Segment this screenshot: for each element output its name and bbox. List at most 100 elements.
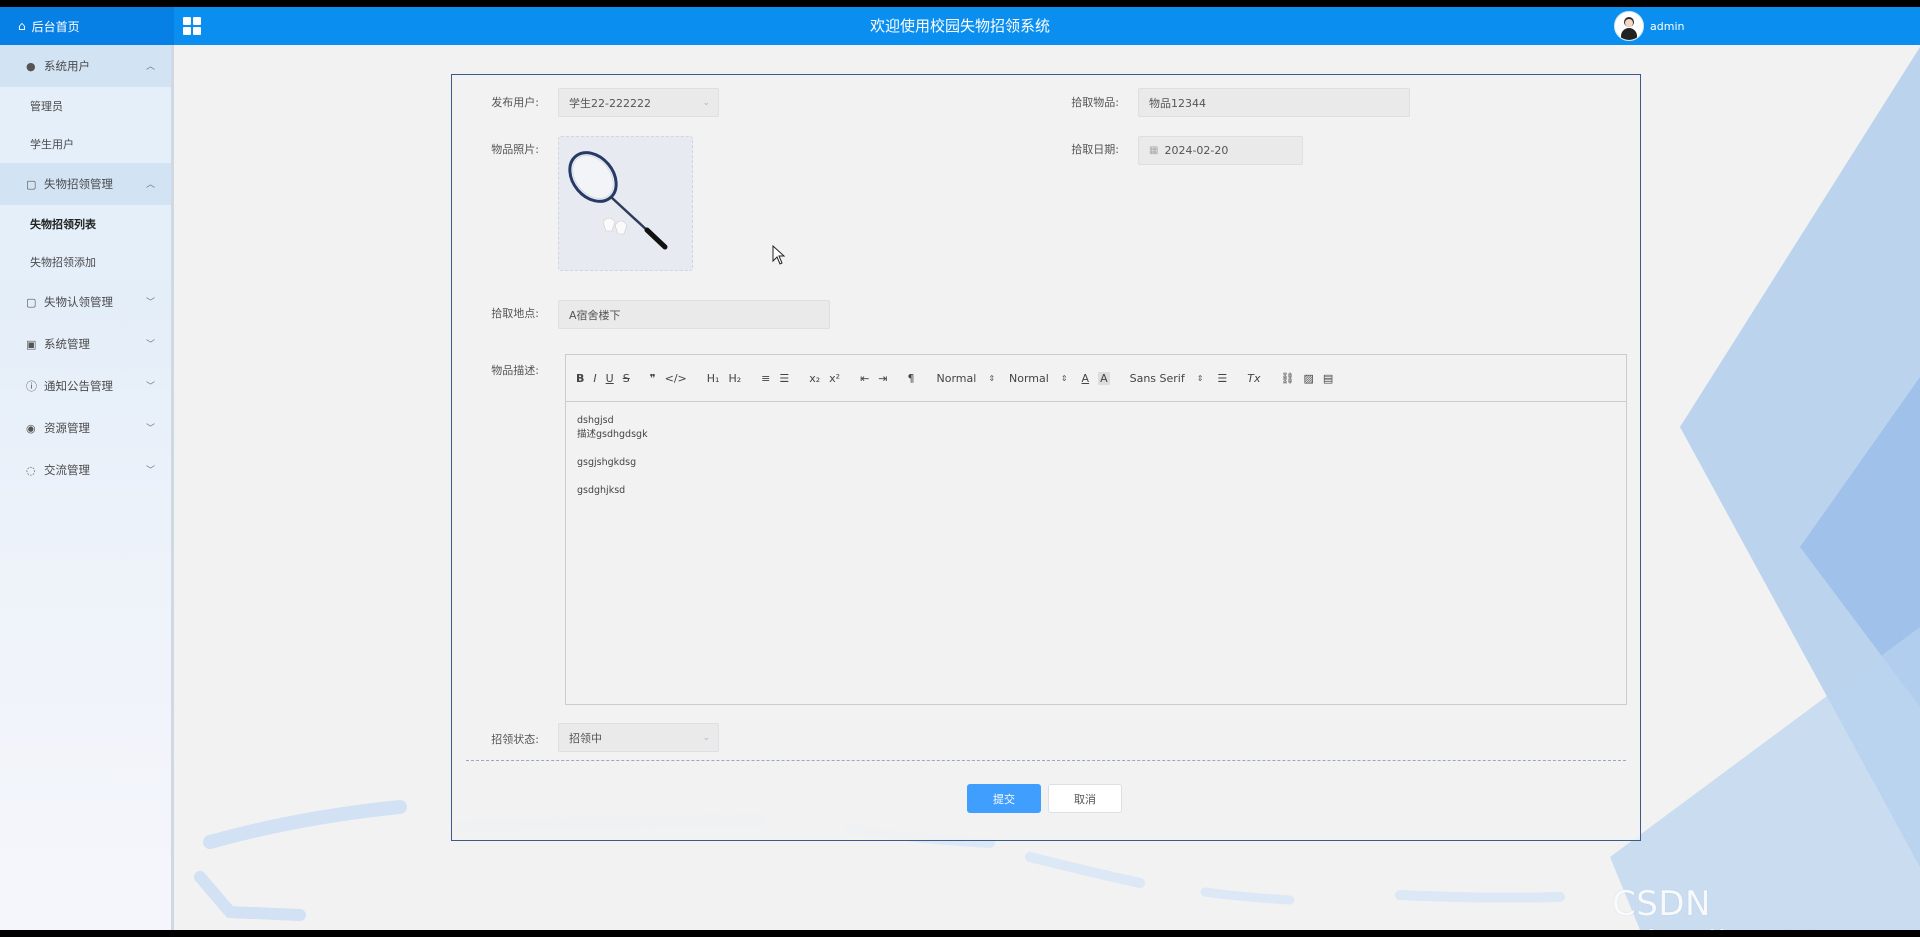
submenu-lost-found: 失物招领列表 失物招领添加 (0, 205, 171, 281)
badminton-racket-image (559, 137, 692, 270)
location-value: A宿舍楼下 (569, 308, 621, 322)
updown-icon: ⇕ (1060, 373, 1068, 383)
editor-line: 描述gsdhgdsgk (577, 429, 648, 440)
chevron-up-icon: ︿ (145, 180, 155, 190)
submit-button[interactable]: 提交 (967, 784, 1041, 813)
status-select[interactable]: 招领中 ⌄ (558, 723, 719, 752)
image-icon: ▣ (26, 337, 37, 351)
italic-icon[interactable]: I (593, 372, 596, 385)
chevron-down-icon: ﹀ (145, 340, 155, 350)
editor-line: gsdghjksd (577, 485, 626, 496)
sidebar-group-notices[interactable]: ⓘ 通知公告管理 ﹀ (0, 365, 171, 407)
sidebar-group-resources[interactable]: ◉ 资源管理 ﹀ (0, 407, 171, 449)
sidebar-group-label: 失物认领管理 (44, 295, 113, 309)
calendar-icon: ▦ (1149, 145, 1159, 156)
superscript-icon[interactable]: x² (829, 372, 840, 385)
editor-line: gsgjshgkdsg (577, 457, 637, 468)
lost-item-form: 发布用户: 学生22-222222 ⌄ 拾取物品: 物品12344 物品照片: … (451, 74, 1641, 841)
chat-icon: ◌ (26, 463, 36, 477)
text-color-icon[interactable]: A (1082, 372, 1090, 385)
location-input[interactable]: A宿舍楼下 (558, 300, 830, 329)
size-select-value: Normal (1009, 371, 1049, 385)
sidebar-group-lost-found[interactable]: ▢ 失物招领管理 ︿ (0, 163, 171, 205)
description-label: 物品描述: (491, 364, 539, 377)
indent-icon[interactable]: ⇥ (878, 372, 887, 385)
strike-icon[interactable]: S (623, 372, 630, 385)
updown-icon: ⇕ (1196, 373, 1204, 383)
document-icon: ▢ (26, 295, 37, 309)
publisher-value: 学生22-222222 (569, 96, 651, 110)
sidebar-group-label: 交流管理 (44, 463, 90, 477)
app-window: ⌂ 后台首页 欢迎使用校园失物招领系统 admin ● 系统用户 ︿ 管理员 学… (0, 7, 1920, 930)
subscript-icon[interactable]: x₂ (809, 372, 820, 385)
status-value: 招领中 (569, 731, 602, 745)
sidebar-group-system-admin[interactable]: ▣ 系统管理 ﹀ (0, 323, 171, 365)
chevron-down-icon: ﹀ (145, 466, 155, 476)
date-value: 2024-02-20 (1164, 144, 1229, 157)
sidebar-group-communication[interactable]: ◌ 交流管理 ﹀ (0, 449, 171, 491)
cancel-button[interactable]: 取消 (1048, 784, 1122, 813)
chevron-down-icon: ﹀ (145, 298, 155, 308)
sidebar-group-system-users[interactable]: ● 系统用户 ︿ (0, 45, 171, 87)
size-select[interactable]: Normal ⇕ (1009, 372, 1068, 385)
chevron-up-icon: ︿ (145, 62, 155, 72)
photo-label: 物品照片: (491, 143, 539, 156)
item-name-value: 物品12344 (1149, 96, 1206, 110)
editor-content[interactable]: dshgjsd 描述gsdhgdsgk gsgjshgkdsg gsdghjks… (566, 402, 1626, 524)
menu-toggle-grid-icon[interactable] (183, 17, 201, 35)
header1-icon[interactable]: H₁ (707, 372, 720, 385)
date-picker[interactable]: ▦ 2024-02-20 (1138, 136, 1303, 165)
updown-icon: ⇕ (988, 373, 996, 383)
home-icon: ⌂ (18, 19, 26, 33)
clean-format-icon[interactable]: Tx (1247, 372, 1260, 385)
sidebar-group-label: 失物招领管理 (44, 177, 113, 191)
sidebar-group-label: 通知公告管理 (44, 379, 113, 393)
font-select[interactable]: Sans Serif ⇕ (1130, 372, 1204, 385)
font-select-value: Sans Serif (1129, 371, 1185, 385)
location-icon: ◉ (26, 421, 36, 435)
submenu-system-users: 管理员 学生用户 (0, 87, 171, 163)
mouse-cursor-icon (772, 245, 786, 265)
bold-icon[interactable]: B (576, 372, 584, 385)
sidebar-group-claims[interactable]: ▢ 失物认领管理 ﹀ (0, 281, 171, 323)
header2-icon[interactable]: H₂ (728, 372, 741, 385)
text-direction-icon[interactable]: ¶ (908, 372, 915, 385)
item-photo-upload[interactable] (558, 136, 693, 271)
home-label: 后台首页 (31, 19, 80, 34)
chevron-down-icon: ⌄ (702, 97, 710, 108)
top-navigation-bar: ⌂ 后台首页 欢迎使用校园失物招领系统 admin (0, 7, 1920, 45)
date-label: 拾取日期: (1071, 143, 1119, 156)
form-divider (466, 760, 1626, 761)
blockquote-icon[interactable]: ❞ (650, 372, 656, 385)
chevron-down-icon: ⌄ (702, 732, 710, 743)
video-icon[interactable]: ▤ (1323, 372, 1333, 385)
background-color-icon[interactable]: A (1098, 371, 1110, 385)
outdent-icon[interactable]: ⇤ (860, 372, 869, 385)
sidebar: ● 系统用户 ︿ 管理员 学生用户 ▢ 失物招领管理 ︿ 失物招领列表 失物招领… (0, 45, 174, 930)
sidebar-group-label: 资源管理 (44, 421, 90, 435)
info-icon: ⓘ (26, 380, 37, 393)
sidebar-item-admins[interactable]: 管理员 (0, 87, 171, 125)
align-icon[interactable]: ☰ (1217, 372, 1227, 385)
code-block-icon[interactable]: </> (665, 372, 687, 385)
sidebar-group-label: 系统用户 (44, 59, 90, 73)
editor-toolbar: B I U S ❞ </> H₁ H₂ ≡ ☰ x₂ x² ⇤ ⇥ ¶ Norm… (566, 355, 1626, 402)
watermark: CSDN @bysjlw985 (1612, 884, 1822, 930)
header-select[interactable]: Normal ⇕ (937, 372, 996, 385)
link-icon[interactable]: ⛓ (1281, 372, 1295, 385)
publisher-select[interactable]: 学生22-222222 ⌄ (558, 88, 719, 117)
ordered-list-icon[interactable]: ≡ (761, 372, 770, 385)
image-icon[interactable]: ▨ (1304, 372, 1314, 385)
home-link[interactable]: ⌂ 后台首页 (0, 7, 174, 45)
item-label: 拾取物品: (1071, 96, 1119, 109)
item-name-input[interactable]: 物品12344 (1138, 88, 1410, 117)
underline-icon[interactable]: U (606, 372, 614, 385)
rich-text-editor: B I U S ❞ </> H₁ H₂ ≡ ☰ x₂ x² ⇤ ⇥ ¶ Norm… (565, 354, 1627, 705)
sidebar-item-students[interactable]: 学生用户 (0, 125, 171, 163)
bullet-list-icon[interactable]: ☰ (779, 372, 789, 385)
user-menu[interactable]: admin (1614, 11, 1684, 41)
sidebar-item-lost-found-add[interactable]: 失物招领添加 (0, 243, 171, 281)
chevron-down-icon: ﹀ (145, 382, 155, 392)
header-select-value: Normal (936, 371, 977, 385)
sidebar-item-lost-found-list[interactable]: 失物招领列表 (0, 205, 171, 243)
